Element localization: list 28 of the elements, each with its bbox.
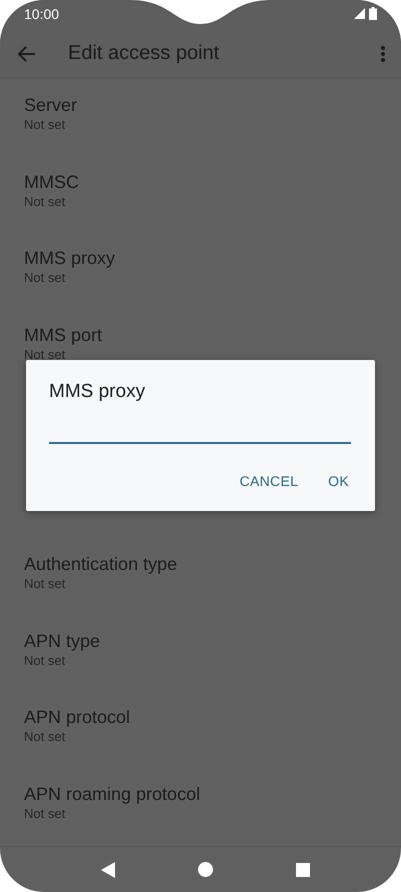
setting-title: APN type bbox=[24, 630, 100, 652]
setting-summary: Not set bbox=[24, 652, 66, 669]
back-arrow-icon[interactable] bbox=[18, 46, 36, 62]
status-time: 10:00 bbox=[24, 6, 60, 22]
setting-summary: Not set bbox=[24, 270, 66, 286]
setting-summary: Not set bbox=[24, 194, 66, 210]
back-icon[interactable] bbox=[101, 862, 116, 878]
dialog-button[interactable]: CANCEL bbox=[232, 465, 306, 497]
recents-icon[interactable] bbox=[296, 862, 310, 877]
setting-summary: Not set bbox=[24, 346, 66, 363]
screen-title: Edit access point bbox=[68, 42, 220, 66]
signal-icon bbox=[354, 8, 365, 20]
setting-title: Server bbox=[24, 94, 78, 116]
more-options-icon[interactable] bbox=[381, 46, 385, 62]
setting-summary: Not set bbox=[24, 576, 66, 592]
battery-icon bbox=[369, 7, 377, 20]
setting-summary: Not set bbox=[24, 117, 66, 134]
setting-title: APN roaming protocol bbox=[24, 782, 200, 805]
setting-title: Authentication type bbox=[24, 553, 178, 576]
setting-title: MMS port bbox=[24, 324, 102, 346]
dialog-title: MMS proxy bbox=[49, 381, 146, 403]
setting-title: MMS proxy bbox=[24, 247, 116, 270]
dialog-button[interactable]: OK bbox=[320, 465, 357, 497]
setting-summary: Not set bbox=[24, 729, 66, 746]
setting-title: APN protocol bbox=[24, 706, 130, 728]
setting-title: MMSC bbox=[24, 170, 79, 193]
home-icon[interactable] bbox=[198, 862, 213, 878]
setting-summary: Not set bbox=[24, 806, 66, 822]
